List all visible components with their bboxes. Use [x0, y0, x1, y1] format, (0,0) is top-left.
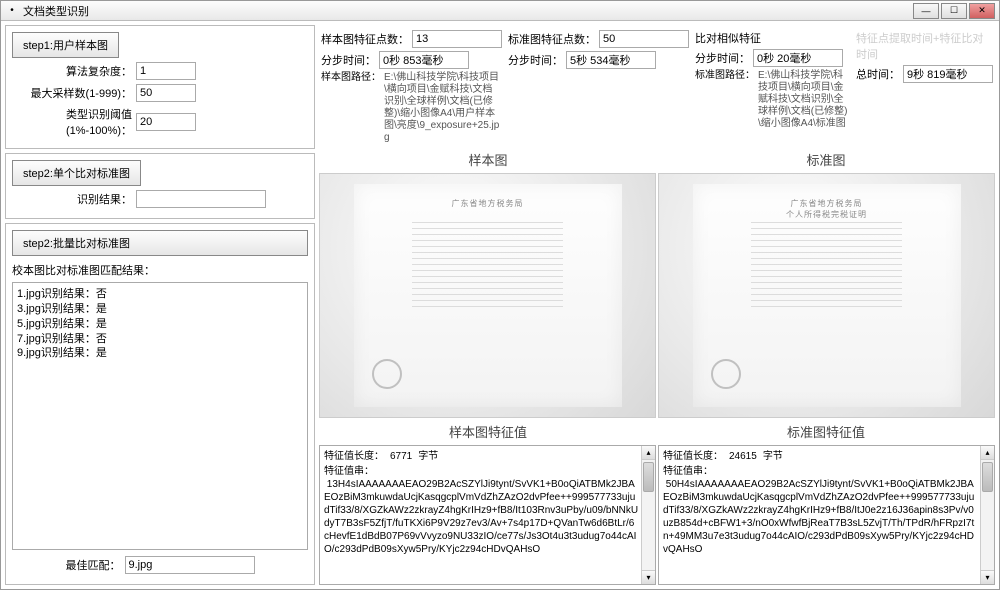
compare-step-time-label: 分步时间：	[695, 50, 750, 66]
feature-length-label: 特征值长度：	[663, 450, 723, 463]
step1-panel: step1:用户样本图 算法复杂度： 最大采样数(1-999)： 类型识别阈值(…	[5, 25, 315, 149]
threshold-input[interactable]	[136, 113, 196, 131]
algo-complexity-input[interactable]	[136, 62, 196, 80]
top-info: 样本图特征点数： 分步时间： 样本图路径： E:\佛山科技学院\科技项目\横向项…	[319, 25, 995, 146]
scroll-thumb[interactable]	[643, 462, 654, 492]
title-bar: • 文档类型识别 — ☐ ✕	[1, 1, 999, 21]
sample-path-label: 样本图路径：	[321, 72, 381, 144]
sample-image-preview[interactable]: 广东省地方税务局	[319, 173, 656, 418]
window-controls: — ☐ ✕	[913, 3, 995, 19]
step2-batch-panel: step2:批量比对标准图 校本图比对标准图匹配结果： 1.jpg识别结果：否 …	[5, 223, 315, 585]
std-points-input[interactable]	[599, 30, 689, 48]
standard-feature-string: 50H4sIAAAAAAAEAO29B2AcSZYlJi9tynt/SvVK1+…	[663, 478, 978, 556]
sample-image-heading: 样本图	[319, 148, 657, 171]
window-title: 文档类型识别	[23, 3, 913, 19]
sample-feature-heading: 样本图特征值	[319, 420, 657, 443]
sample-feature-box[interactable]: 特征值长度： 6771 字节 特征值串： 13H4sIAAAAAAAEAO29B…	[319, 445, 656, 585]
scrollbar[interactable]: ▴ ▾	[641, 446, 655, 584]
sample-feature-string: 13H4sIAAAAAAAEAO29B2AcSZYlJi9tynt/SvVK1+…	[324, 478, 639, 556]
compare-feature-label: 比对相似特征	[695, 30, 761, 46]
total-time-input[interactable]	[903, 65, 993, 83]
step2-single-panel: step2:单个比对标准图 识别结果：	[5, 153, 315, 219]
threshold-label: 类型识别阈值(1%-100%)：	[12, 106, 132, 138]
feature-string-label: 特征值串：	[324, 465, 639, 478]
feature-values: 特征值长度： 6771 字节 特征值串： 13H4sIAAAAAAAEAO29B…	[319, 445, 995, 585]
standard-image-preview[interactable]: 广东省地方税务局 个人所得税完税证明	[658, 173, 995, 418]
feature-unit: 字节	[418, 450, 438, 463]
sample-doc-title: 广东省地方税务局	[354, 198, 622, 209]
std-step-time-label: 分步时间：	[508, 52, 563, 68]
std-path-label: 标准图路径：	[695, 70, 755, 130]
minimize-button[interactable]: —	[913, 3, 939, 19]
time-header-label: 特征点提取时间+特征比对时间	[856, 30, 993, 62]
sample-points-label: 样本图特征点数：	[321, 31, 409, 47]
single-result-label: 识别结果：	[12, 191, 132, 207]
best-match-label: 最佳匹配：	[66, 557, 121, 573]
step2-single-compare-button[interactable]: step2:单个比对标准图	[12, 160, 141, 186]
batch-result-label: 校本图比对标准图匹配结果：	[12, 262, 308, 278]
sample-points-input[interactable]	[412, 30, 502, 48]
std-path-value: E:\佛山科技学院\科技项目\横向项目\金赋科技\文档识别\全球样例\文档(已修…	[758, 70, 850, 130]
feature-string-label: 特征值串：	[663, 465, 978, 478]
stamp-icon	[711, 359, 741, 389]
close-button[interactable]: ✕	[969, 3, 995, 19]
std-points-label: 标准图特征点数：	[508, 31, 596, 47]
step2-batch-compare-button[interactable]: step2:批量比对标准图	[12, 230, 308, 256]
scrollbar[interactable]: ▴ ▾	[980, 446, 994, 584]
scroll-thumb[interactable]	[982, 462, 993, 492]
sample-path-value: E:\佛山科技学院\科技项目\横向项目\金赋科技\文档识别\全球样例\文档(已修…	[384, 72, 502, 144]
scroll-down-icon[interactable]: ▾	[642, 570, 655, 584]
scroll-down-icon[interactable]: ▾	[981, 570, 994, 584]
std-step-time-input[interactable]	[566, 51, 656, 69]
best-match-input[interactable]	[125, 556, 255, 574]
sample-step-time-input[interactable]	[379, 51, 469, 69]
standard-doc-title: 广东省地方税务局 个人所得税完税证明	[693, 198, 961, 220]
feature-headings: 样本图特征值 标准图特征值	[319, 420, 995, 443]
stamp-icon	[372, 359, 402, 389]
sample-feature-length: 6771	[390, 450, 412, 463]
standard-feature-heading: 标准图特征值	[657, 420, 995, 443]
feature-length-label: 特征值长度：	[324, 450, 384, 463]
algo-complexity-label: 算法复杂度：	[12, 63, 132, 79]
compare-step-time-input[interactable]	[753, 49, 843, 67]
feature-unit: 字节	[763, 450, 783, 463]
standard-image-heading: 标准图	[657, 148, 995, 171]
app-window: • 文档类型识别 — ☐ ✕ step1:用户样本图 算法复杂度： 最大采样数(…	[0, 0, 1000, 590]
maximize-button[interactable]: ☐	[941, 3, 967, 19]
step1-user-sample-button[interactable]: step1:用户样本图	[12, 32, 119, 58]
standard-feature-length: 24615	[729, 450, 757, 463]
scroll-up-icon[interactable]: ▴	[642, 446, 655, 460]
scroll-up-icon[interactable]: ▴	[981, 446, 994, 460]
standard-feature-box[interactable]: 特征值长度： 24615 字节 特征值串： 50H4sIAAAAAAAEAO29…	[658, 445, 995, 585]
batch-result-text[interactable]: 1.jpg识别结果：否 3.jpg识别结果：是 5.jpg识别结果：是 7.jp…	[12, 282, 308, 550]
max-samples-label: 最大采样数(1-999)：	[12, 85, 132, 101]
right-column: 样本图特征点数： 分步时间： 样本图路径： E:\佛山科技学院\科技项目\横向项…	[319, 25, 995, 585]
sample-step-time-label: 分步时间：	[321, 52, 376, 68]
app-icon: •	[5, 4, 19, 18]
single-result-input[interactable]	[136, 190, 266, 208]
left-column: step1:用户样本图 算法复杂度： 最大采样数(1-999)： 类型识别阈值(…	[5, 25, 315, 585]
image-previews: 广东省地方税务局 广东省地方税务局 个人所得税完税证明	[319, 173, 995, 418]
content: step1:用户样本图 算法复杂度： 最大采样数(1-999)： 类型识别阈值(…	[1, 21, 999, 589]
image-headings: 样本图 标准图	[319, 148, 995, 171]
total-time-label: 总时间：	[856, 66, 900, 82]
max-samples-input[interactable]	[136, 84, 196, 102]
